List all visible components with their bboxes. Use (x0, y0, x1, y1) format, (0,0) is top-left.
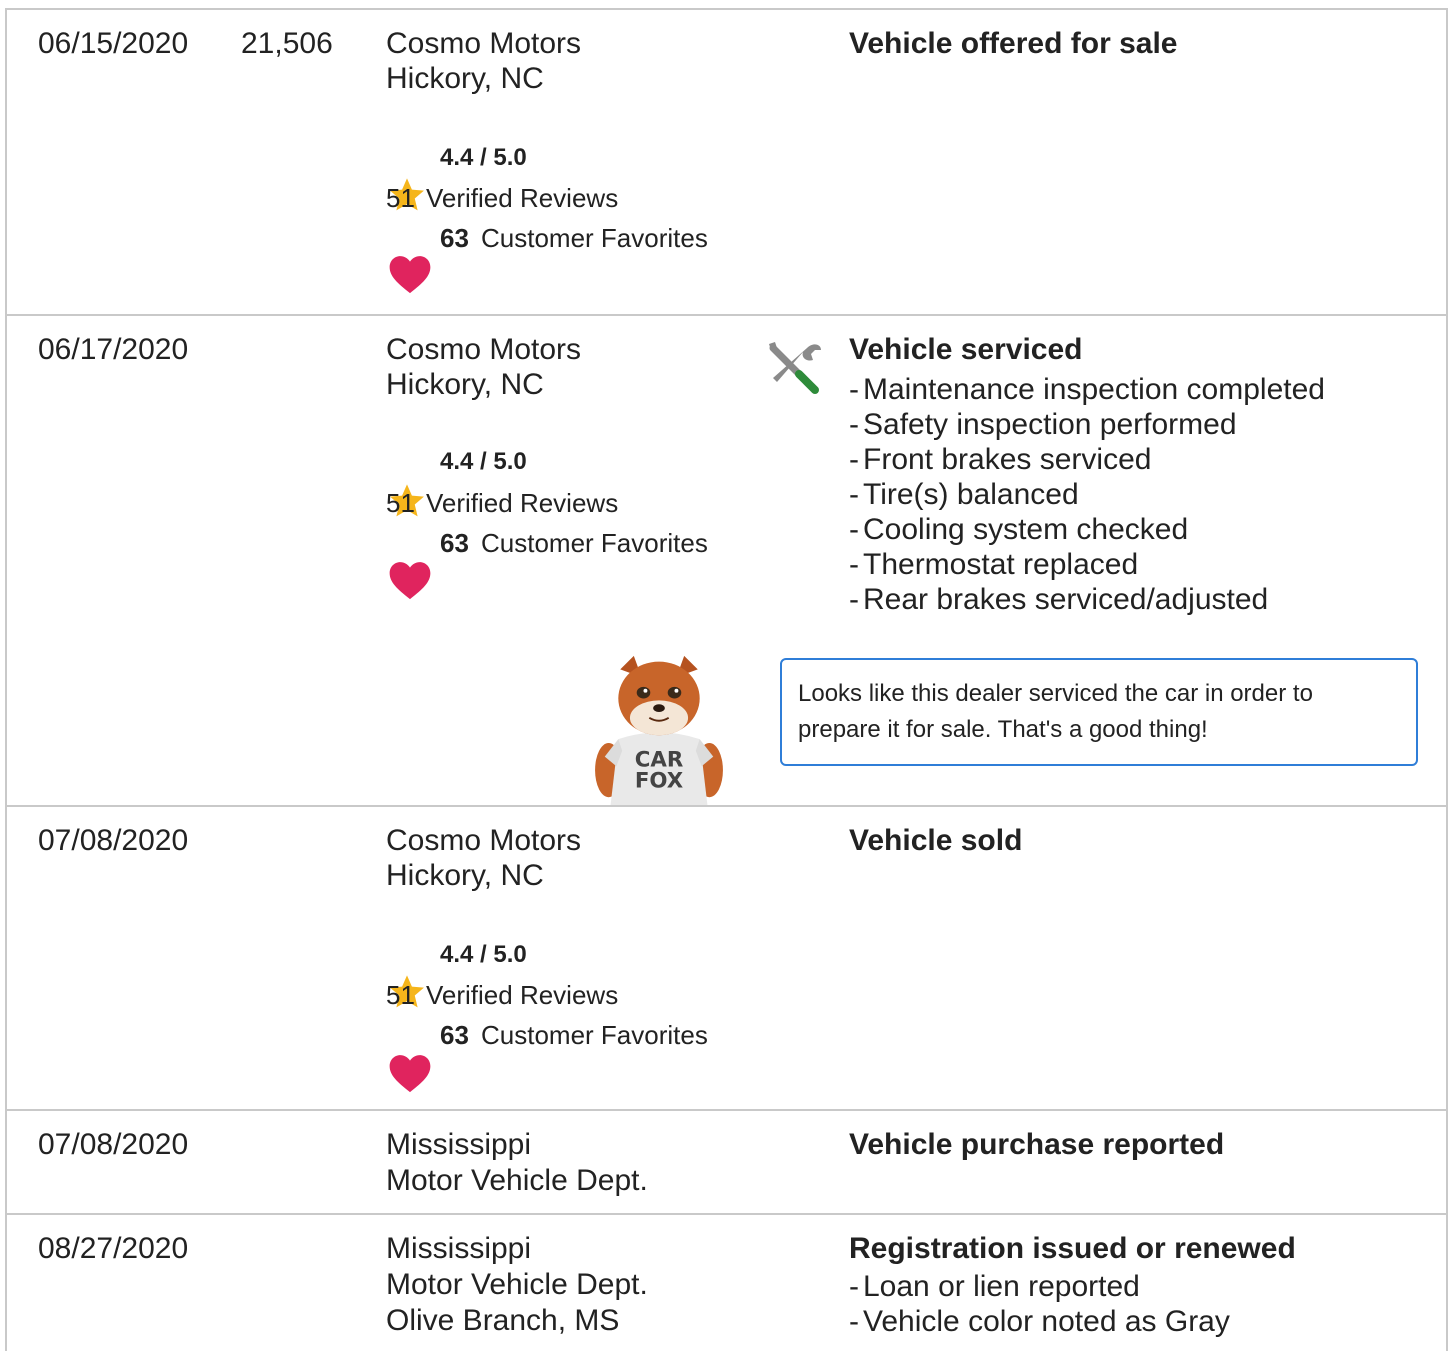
event-detail-list: - Maintenance inspection completed - Safet… (849, 372, 1325, 617)
record-date: 08/27/2020 (38, 1232, 189, 1265)
source-name: Mississippi (386, 1232, 532, 1265)
event-title: Vehicle sold (849, 824, 1023, 857)
dealer-location: Hickory, NC (386, 62, 544, 95)
mascot-shirt-line2: FOX (635, 769, 683, 794)
reviews-count: 51 (386, 183, 415, 213)
dealer-location: Hickory, NC (386, 859, 544, 892)
source-department: Motor Vehicle Dept. (386, 1164, 648, 1197)
favorites-count: 63 (440, 223, 469, 253)
verified-reviews-link[interactable]: Verified Reviews (426, 979, 618, 1011)
carfox-tip-box: Looks like this dealer serviced the car … (780, 658, 1418, 766)
reviews-count: 51 (386, 980, 415, 1010)
dealer-rating: 4.4 / 5.0 (440, 144, 527, 171)
record-mileage: 21,506 (241, 27, 333, 60)
event-title: Vehicle offered for sale (849, 27, 1178, 60)
event-detail: - Cooling system checked (849, 513, 1189, 546)
record-date: 06/15/2020 (38, 27, 189, 60)
vehicle-history-table: 06/15/2020 21,506 Cosmo Motors Hickory, … (5, 8, 1448, 1351)
event-detail: - Front brakes serviced (849, 443, 1152, 476)
service-tools-icon (769, 342, 821, 394)
event-detail-list: - Loan or lien reported - Vehicle color no… (849, 1269, 1230, 1339)
history-row: 06/15/2020 21,506 Cosmo Motors Hickory, … (7, 10, 1446, 316)
event-title: Vehicle serviced (849, 333, 1083, 366)
dealer-name-link[interactable]: Cosmo Motors (386, 823, 581, 859)
event-detail: - Safety inspection performed (849, 408, 1237, 441)
history-row: 07/08/2020 Mississippi Motor Vehicle Dep… (7, 1111, 1446, 1215)
reviews-count: 51 (386, 488, 415, 518)
verified-reviews-link[interactable]: Verified Reviews (426, 182, 618, 214)
event-detail: - Maintenance inspection completed (849, 373, 1325, 406)
favorites-label: Customer Favorites (481, 223, 708, 253)
event-detail: - Loan or lien reported (849, 1270, 1140, 1303)
heart-icon[interactable] (388, 254, 432, 294)
record-date: 06/17/2020 (38, 333, 189, 366)
favorites-count: 63 (440, 528, 469, 558)
tip-text: Looks like this dealer serviced the car … (798, 680, 1313, 743)
record-date: 07/08/2020 (38, 824, 189, 857)
dealer-name-link[interactable]: Cosmo Motors (386, 26, 581, 62)
record-date: 07/08/2020 (38, 1128, 189, 1161)
favorites-label: Customer Favorites (481, 1020, 708, 1050)
history-row: 08/27/2020 Mississippi Motor Vehicle Dep… (7, 1215, 1446, 1355)
source-department: Motor Vehicle Dept. (386, 1268, 648, 1301)
favorites-label: Customer Favorites (481, 528, 708, 558)
source-location: Olive Branch, MS (386, 1304, 620, 1337)
history-row: 06/17/2020 Cosmo Motors Hickory, NC 4.4 … (7, 316, 1446, 807)
event-title: Registration issued or renewed (849, 1232, 1296, 1265)
event-title: Vehicle purchase reported (849, 1128, 1225, 1161)
dealer-rating: 4.4 / 5.0 (440, 448, 527, 475)
favorites-count: 63 (440, 1020, 469, 1050)
heart-icon[interactable] (388, 1053, 432, 1093)
heart-icon[interactable] (388, 560, 432, 600)
carfox-mascot: CAR FOX (595, 655, 723, 805)
dealer-location: Hickory, NC (386, 368, 544, 401)
event-detail: - Rear brakes serviced/adjusted (849, 583, 1269, 616)
history-row: 07/08/2020 Cosmo Motors Hickory, NC 4.4 … (7, 807, 1446, 1111)
event-detail: - Tire(s) balanced (849, 478, 1079, 511)
dealer-rating: 4.4 / 5.0 (440, 941, 527, 968)
source-name: Mississippi (386, 1128, 532, 1161)
event-detail: - Vehicle color noted as Gray (849, 1305, 1230, 1338)
verified-reviews-link[interactable]: Verified Reviews (426, 487, 618, 519)
dealer-name-link[interactable]: Cosmo Motors (386, 332, 581, 368)
event-detail: - Thermostat replaced (849, 548, 1139, 581)
